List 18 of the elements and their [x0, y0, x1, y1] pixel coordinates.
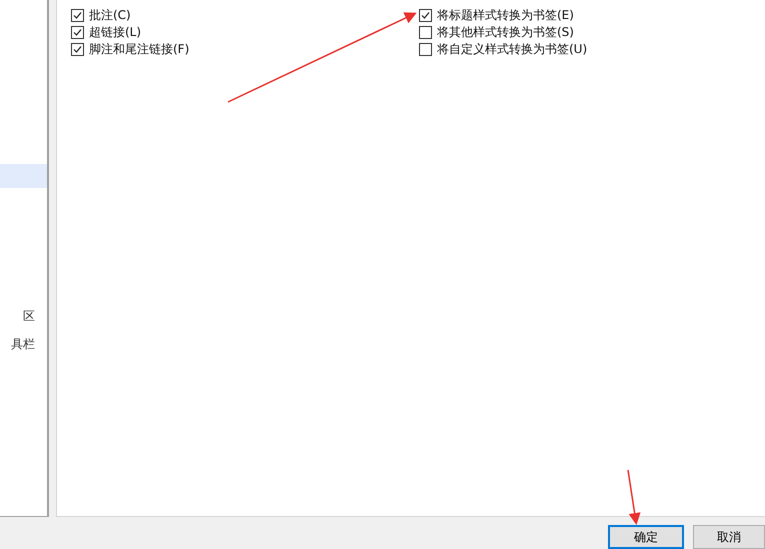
checkbox-label: 超链接(L) — [89, 24, 142, 41]
annotation-arrow — [627, 470, 641, 525]
checkbox[interactable] — [419, 43, 432, 56]
checkbox-label: 将其他样式转换为书签(S) — [437, 24, 574, 41]
cancel-button[interactable]: 取消 — [693, 525, 765, 549]
checkbox[interactable] — [419, 9, 432, 22]
sidebar-item[interactable]: 区 — [0, 304, 47, 328]
checkbox[interactable] — [71, 9, 84, 22]
checkbox[interactable] — [419, 26, 432, 39]
checkbox-label: 将标题样式转换为书签(E) — [437, 7, 574, 24]
checkbox[interactable] — [71, 26, 84, 39]
ok-button[interactable]: 确定 — [608, 525, 684, 549]
sidebar-item[interactable]: 具栏 — [0, 332, 47, 356]
checkbox-label: 批注(C) — [89, 7, 131, 24]
checkbox-label: 将自定义样式转换为书签(U) — [437, 41, 588, 58]
checkbox[interactable] — [71, 43, 84, 56]
checkbox-label: 脚注和尾注链接(F) — [89, 41, 190, 58]
checkmark-icon — [421, 11, 430, 20]
